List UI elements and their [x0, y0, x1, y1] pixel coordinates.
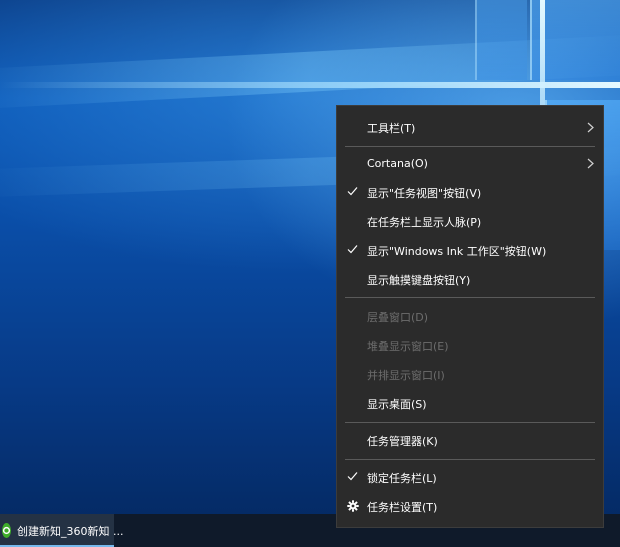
menu-item-label: 任务栏设置(T) [367, 500, 438, 514]
wallpaper-light-beam [0, 33, 620, 110]
menu-item-toolbars[interactable]: 工具栏(T) [337, 113, 603, 142]
menu-item-show-task-view-button[interactable]: 显示"任务视图"按钮(V) [337, 178, 603, 207]
menu-item-label: 锁定任务栏(L) [367, 471, 437, 485]
menu-item-taskbar-settings[interactable]: 任务栏设置(T) [337, 492, 603, 521]
menu-separator [345, 146, 595, 147]
menu-item-label: 层叠窗口(D) [367, 310, 429, 324]
menu-item-task-manager[interactable]: 任务管理器(K) [337, 426, 603, 455]
wallpaper-window-pane [475, 0, 527, 80]
app-logo-icon [2, 526, 11, 535]
menu-item-cascade-windows: 层叠窗口(D) [337, 302, 603, 331]
wallpaper-frame-line [0, 82, 620, 88]
checkmark-icon [347, 245, 358, 254]
menu-item-label: 显示"Windows Ink 工作区"按钮(W) [367, 244, 547, 258]
menu-item-label: 显示桌面(S) [367, 397, 427, 411]
chevron-right-icon [587, 158, 594, 169]
menu-item-cortana[interactable]: Cortana(O) [337, 149, 603, 178]
checkmark-icon [347, 472, 358, 481]
menu-separator [345, 297, 595, 298]
taskbar-app-button[interactable]: 创建新知_360新知 ... [0, 514, 123, 547]
menu-item-lock-taskbar[interactable]: 锁定任务栏(L) [337, 463, 603, 492]
taskbar-app-label: 创建新知_360新知 ... [17, 524, 124, 538]
menu-item-label: 显示"任务视图"按钮(V) [367, 186, 482, 200]
menu-item-show-people[interactable]: 在任务栏上显示人脉(P) [337, 207, 603, 236]
menu-item-label: 堆叠显示窗口(E) [367, 339, 449, 353]
menu-item-label: 并排显示窗口(I) [367, 368, 445, 382]
menu-item-show-desktop[interactable]: 显示桌面(S) [337, 389, 603, 418]
menu-item-label: 在任务栏上显示人脉(P) [367, 215, 482, 229]
menu-item-label: 任务管理器(K) [367, 434, 438, 448]
menu-item-show-touch-keyboard-button[interactable]: 显示触摸键盘按钮(Y) [337, 265, 603, 294]
app-icon [2, 523, 11, 538]
menu-item-side-by-side-windows: 并排显示窗口(I) [337, 360, 603, 389]
menu-item-show-windows-ink-button[interactable]: 显示"Windows Ink 工作区"按钮(W) [337, 236, 603, 265]
menu-item-label: 工具栏(T) [367, 121, 416, 135]
gear-icon [347, 500, 359, 512]
menu-item-label: Cortana(O) [367, 157, 428, 170]
menu-item-stack-windows: 堆叠显示窗口(E) [337, 331, 603, 360]
menu-separator [345, 422, 595, 423]
menu-separator [345, 459, 595, 460]
taskbar-context-menu: 工具栏(T) Cortana(O) 显示"任务视图"按钮(V) 在任务栏上显示人… [336, 105, 604, 528]
checkmark-icon [347, 187, 358, 196]
menu-item-label: 显示触摸键盘按钮(Y) [367, 273, 471, 287]
chevron-right-icon [587, 122, 594, 133]
